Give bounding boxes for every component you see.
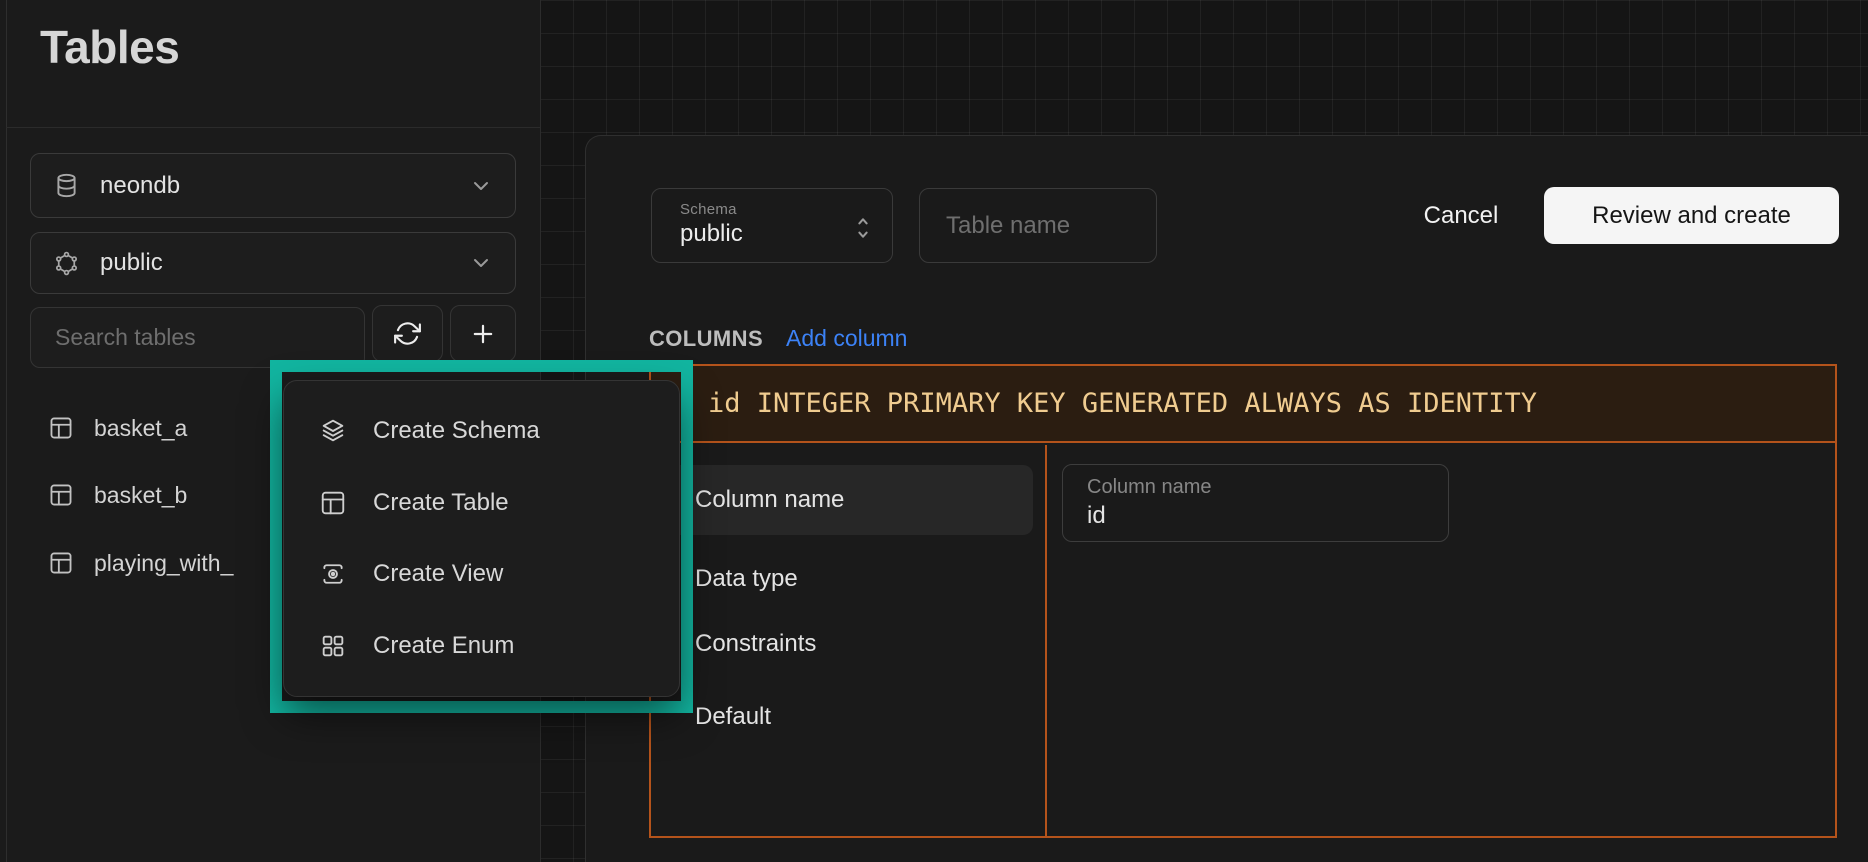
nav-item-column-name[interactable]: Column name [661, 465, 1033, 535]
review-and-create-button[interactable]: Review and create [1544, 187, 1839, 244]
plus-icon [469, 320, 497, 348]
database-icon [53, 172, 80, 199]
table-name: basket_b [94, 482, 187, 509]
layers-icon [319, 417, 347, 445]
sidebar-left-edge [6, 0, 7, 862]
create-dropdown-menu: Create Schema Create Table Create View [283, 380, 680, 697]
menu-item-label: Create Schema [373, 417, 540, 445]
view-icon [319, 560, 347, 588]
table-icon [48, 415, 74, 441]
chevron-up-down-icon [852, 213, 874, 243]
tables-page: Tables neondb [0, 0, 1868, 862]
nav-item-label: Column name [695, 486, 844, 514]
create-table-panel: Schema public Cancel Review and create C… [585, 135, 1868, 862]
column-sql-preview-row[interactable]: id INTEGER PRIMARY KEY GENERATED ALWAYS … [651, 366, 1835, 443]
enum-icon [319, 632, 347, 660]
nav-item-data-type[interactable]: Data type [661, 544, 1033, 614]
schema-select[interactable]: public [30, 232, 516, 294]
table-name: basket_a [94, 415, 187, 442]
page-title: Tables [40, 20, 179, 74]
table-name: playing_with_ [94, 550, 233, 577]
column-name-field-label: Column name [1087, 476, 1448, 499]
table-icon [319, 489, 347, 517]
database-select[interactable]: neondb [30, 153, 516, 218]
column-sql-preview: id INTEGER PRIMARY KEY GENERATED ALWAYS … [708, 388, 1537, 419]
columns-section-heading: COLUMNS [649, 326, 763, 352]
search-tables-input[interactable] [30, 307, 365, 368]
refresh-icon [394, 320, 421, 347]
column-name-field-value: id [1087, 502, 1448, 530]
schema-select-value: public [100, 249, 449, 277]
column-editor-body: Column name Data type Constraints Defaul… [651, 445, 1835, 836]
menu-item-label: Create Table [373, 489, 509, 517]
database-select-value: neondb [100, 172, 449, 200]
table-icon [48, 482, 74, 508]
nav-item-constraints[interactable]: Constraints [661, 609, 1033, 679]
sidebar-divider [6, 127, 540, 128]
nav-item-default[interactable]: Default [661, 682, 1033, 752]
table-name-input[interactable] [919, 188, 1157, 263]
nav-item-label: Data type [695, 565, 798, 593]
refresh-tables-button[interactable] [372, 305, 443, 362]
menu-item-label: Create Enum [373, 632, 514, 660]
column-editor-box: id INTEGER PRIMARY KEY GENERATED ALWAYS … [649, 364, 1837, 838]
column-editor-form: Column name id [1047, 445, 1835, 836]
table-icon [48, 550, 74, 576]
column-editor-nav: Column name Data type Constraints Defaul… [651, 445, 1045, 836]
schema-field-label: Schema [680, 201, 868, 218]
cancel-button[interactable]: Cancel [1391, 202, 1531, 230]
schema-field-value: public [680, 220, 868, 248]
menu-item-label: Create View [373, 560, 503, 588]
create-new-button[interactable] [450, 305, 516, 362]
menu-item-create-view[interactable]: Create View [284, 539, 679, 611]
chevron-down-icon [469, 251, 493, 275]
schema-field-select[interactable]: Schema public [651, 188, 893, 263]
menu-item-create-schema[interactable]: Create Schema [284, 395, 679, 467]
nav-item-label: Default [695, 703, 771, 731]
schema-icon [53, 250, 80, 277]
column-name-field[interactable]: Column name id [1062, 464, 1449, 542]
add-column-link[interactable]: Add column [786, 325, 907, 352]
chevron-down-icon [469, 174, 493, 198]
nav-item-label: Constraints [695, 630, 816, 658]
menu-item-create-table[interactable]: Create Table [284, 467, 679, 539]
menu-item-create-enum[interactable]: Create Enum [284, 610, 679, 682]
